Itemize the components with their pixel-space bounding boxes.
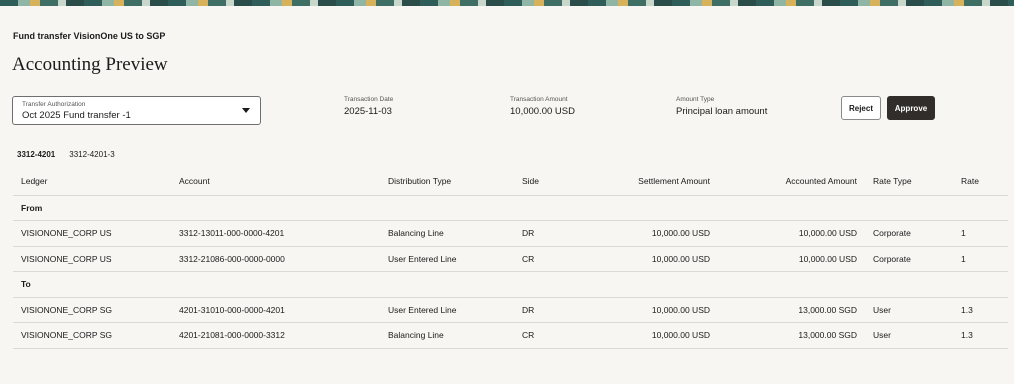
cell-rate-type: User — [865, 322, 953, 349]
cell-ledger: VISIONONE_CORP SG — [13, 322, 171, 349]
group-row-to: To — [13, 271, 1008, 298]
group-label: From — [13, 195, 1008, 221]
column-header-side[interactable]: Side — [514, 168, 581, 196]
cell-distribution-type: Balancing Line — [380, 322, 514, 349]
cell-rate: 1.3 — [953, 297, 1008, 323]
cell-rate-type: User — [865, 297, 953, 323]
cell-side: CR — [514, 322, 581, 349]
transaction-date: Transaction Date 2025-11-03 — [344, 96, 393, 117]
transaction-amount-label: Transaction Amount — [510, 96, 568, 103]
group-label: To — [13, 271, 1008, 298]
transfer-authorization-label: Transfer Authorization — [22, 101, 86, 108]
transaction-amount-value: 10,000.00 USD — [510, 106, 575, 117]
column-header-ledger[interactable]: Ledger — [13, 168, 171, 196]
cell-rate: 1 — [953, 246, 1008, 272]
cell-ledger: VISIONONE_CORP US — [13, 246, 171, 272]
tab-3312-4201[interactable]: 3312-4201 — [17, 150, 55, 159]
table-row: VISIONONE_CORP SG 4201-21081-000-0000-33… — [13, 322, 1008, 349]
amount-type-value: Principal loan amount — [676, 106, 768, 117]
cell-rate: 1.3 — [953, 322, 1008, 349]
page-title: Accounting Preview — [12, 54, 168, 75]
table-row: VISIONONE_CORP SG 4201-31010-000-0000-42… — [13, 297, 1008, 323]
page-subtitle: Fund transfer VisionOne US to SGP — [13, 31, 166, 41]
column-header-settlement-amount[interactable]: Settlement Amount — [581, 168, 718, 196]
cell-side: CR — [514, 246, 581, 272]
cell-settlement-amount: 10,000.00 USD — [581, 220, 718, 247]
group-row-from: From — [13, 195, 1008, 221]
cell-distribution-type: User Entered Line — [380, 297, 514, 323]
transfer-authorization-value: Oct 2025 Fund transfer -1 — [22, 110, 131, 121]
column-header-account[interactable]: Account — [171, 168, 380, 196]
cell-rate-type: Corporate — [865, 246, 953, 272]
cell-ledger: VISIONONE_CORP US — [13, 220, 171, 247]
cell-side: DR — [514, 220, 581, 247]
cell-accounted-amount: 13,000.00 SGD — [718, 297, 865, 323]
cell-rate: 1 — [953, 220, 1008, 247]
cell-accounted-amount: 10,000.00 USD — [718, 246, 865, 272]
approve-button[interactable]: Approve — [887, 96, 935, 120]
cell-account: 4201-21081-000-0000-3312 — [171, 322, 380, 349]
transaction-date-value: 2025-11-03 — [344, 106, 392, 117]
cell-settlement-amount: 10,000.00 USD — [581, 246, 718, 272]
cell-accounted-amount: 13,000.00 SGD — [718, 322, 865, 349]
cell-settlement-amount: 10,000.00 USD — [581, 297, 718, 323]
tab-3312-4201-3[interactable]: 3312-4201-3 — [69, 150, 114, 159]
cell-accounted-amount: 10,000.00 USD — [718, 220, 865, 247]
header-banner — [0, 0, 1014, 6]
transfer-authorization-select[interactable]: Transfer Authorization Oct 2025 Fund tra… — [12, 96, 261, 125]
cell-rate-type: Corporate — [865, 220, 953, 247]
cell-account: 4201-31010-000-0000-4201 — [171, 297, 380, 323]
amount-type: Amount Type Principal loan amount — [676, 96, 767, 117]
table-header-row: Ledger Account Distribution Type Side Se… — [13, 168, 1008, 196]
cell-ledger: VISIONONE_CORP SG — [13, 297, 171, 323]
cell-distribution-type: User Entered Line — [380, 246, 514, 272]
column-header-rate[interactable]: Rate — [953, 168, 1008, 196]
table-row: VISIONONE_CORP US 3312-13011-000-0000-42… — [13, 220, 1008, 247]
reject-button[interactable]: Reject — [841, 96, 881, 120]
ledger-tabs: 3312-4201 3312-4201-3 — [17, 150, 115, 159]
cell-side: DR — [514, 297, 581, 323]
column-header-rate-type[interactable]: Rate Type — [865, 168, 953, 196]
column-header-distribution-type[interactable]: Distribution Type — [380, 168, 514, 196]
accounting-table: Ledger Account Distribution Type Side Se… — [13, 168, 1008, 349]
cell-account: 3312-13011-000-0000-4201 — [171, 220, 380, 247]
amount-type-label: Amount Type — [676, 96, 715, 103]
transaction-amount: Transaction Amount 10,000.00 USD — [510, 96, 575, 117]
column-header-accounted-amount[interactable]: Accounted Amount — [718, 168, 865, 196]
chevron-down-icon[interactable] — [242, 108, 250, 113]
cell-distribution-type: Balancing Line — [380, 220, 514, 247]
cell-account: 3312-21086-000-0000-0000 — [171, 246, 380, 272]
table-row: VISIONONE_CORP US 3312-21086-000-0000-00… — [13, 246, 1008, 272]
cell-settlement-amount: 10,000.00 USD — [581, 322, 718, 349]
transaction-date-label: Transaction Date — [344, 96, 394, 103]
